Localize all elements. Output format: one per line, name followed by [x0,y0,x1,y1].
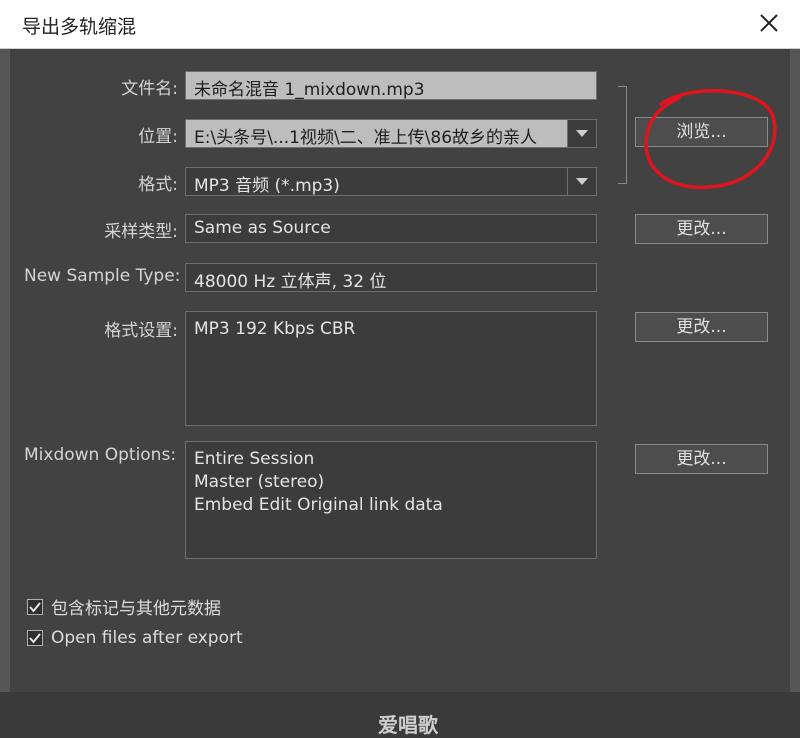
checkmark-icon [29,633,41,644]
sample-type-label: 采样类型: [104,222,178,242]
include-markers-checkbox-row[interactable]: 包含标记与其他元数据 [27,594,221,619]
include-markers-label: 包含标记与其他元数据 [51,599,221,619]
location-chevron-down-icon[interactable] [567,120,596,147]
close-icon [760,14,778,32]
format-settings-box: MP3 192 Kbps CBR [185,311,597,426]
sample-type-field: Same as Source [185,214,597,243]
format-chevron-down-icon[interactable] [567,168,596,195]
format-settings-value: MP3 192 Kbps CBR [194,319,356,339]
mixdown-option-line: Master (stereo) [194,472,325,492]
new-sample-type-label: New Sample Type: [24,266,181,286]
include-markers-checkbox[interactable] [27,598,43,615]
change-sample-type-button[interactable]: 更改... [635,214,768,244]
location-dropdown[interactable]: E:\头条号\...1视频\二、准上传\86故乡的亲人 [185,119,597,148]
new-sample-type-field: 48000 Hz 立体声, 32 位 [185,263,597,292]
sample-type-value: Same as Source [194,218,331,238]
mixdown-options-box: Entire Session Master (stereo) Embed Edi… [185,441,597,559]
mixdown-option-line: Entire Session [194,449,315,469]
checkmark-icon [29,601,41,613]
change-format-settings-button[interactable]: 更改... [635,312,768,342]
format-dropdown[interactable]: MP3 音频 (*.mp3) [185,167,597,196]
filename-value: 未命名混音 1_mixdown.mp3 [194,80,425,100]
background-left-edge [0,48,10,692]
dialog-title: 导出多轨缩混 [22,16,137,38]
mixdown-options-label: Mixdown Options: [24,445,177,465]
open-after-export-label: Open files after export [51,628,243,648]
location-value: E:\头条号\...1视频\二、准上传\86故乡的亲人 [194,128,538,148]
browse-button[interactable]: 浏览... [635,117,768,147]
location-label: 位置: [138,127,178,147]
export-dialog-body: 文件名: 未命名混音 1_mixdown.mp3 位置: E:\头条号\...1… [10,49,790,737]
filename-label: 文件名: [121,79,178,99]
format-label: 格式: [138,175,178,195]
mixdown-option-line: Embed Edit Original link data [194,495,443,515]
change-mixdown-options-button[interactable]: 更改... [635,444,768,474]
open-after-export-checkbox[interactable] [27,630,43,646]
group-bracket [618,86,627,184]
new-sample-type-value: 48000 Hz 立体声, 32 位 [194,272,387,292]
title-bar: 导出多轨缩混 [0,0,800,49]
format-settings-label: 格式设置: [104,321,178,341]
close-button[interactable] [756,10,782,36]
background-right-edge [790,48,800,692]
open-after-export-checkbox-row[interactable]: Open files after export [27,628,243,648]
watermark: 爱唱歌 [378,713,438,737]
filename-input[interactable]: 未命名混音 1_mixdown.mp3 [185,71,597,100]
format-value: MP3 音频 (*.mp3) [194,176,340,196]
